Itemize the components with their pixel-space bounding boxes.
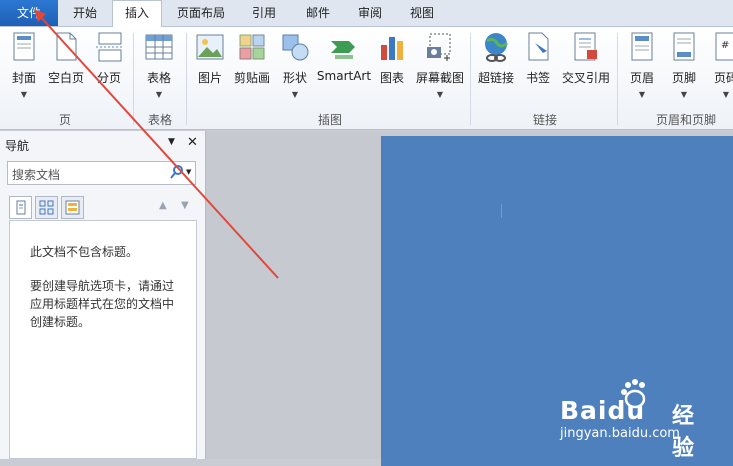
watermark-brand: Baidu (560, 396, 646, 425)
watermark-url: jingyan.baidu.com (560, 426, 680, 441)
